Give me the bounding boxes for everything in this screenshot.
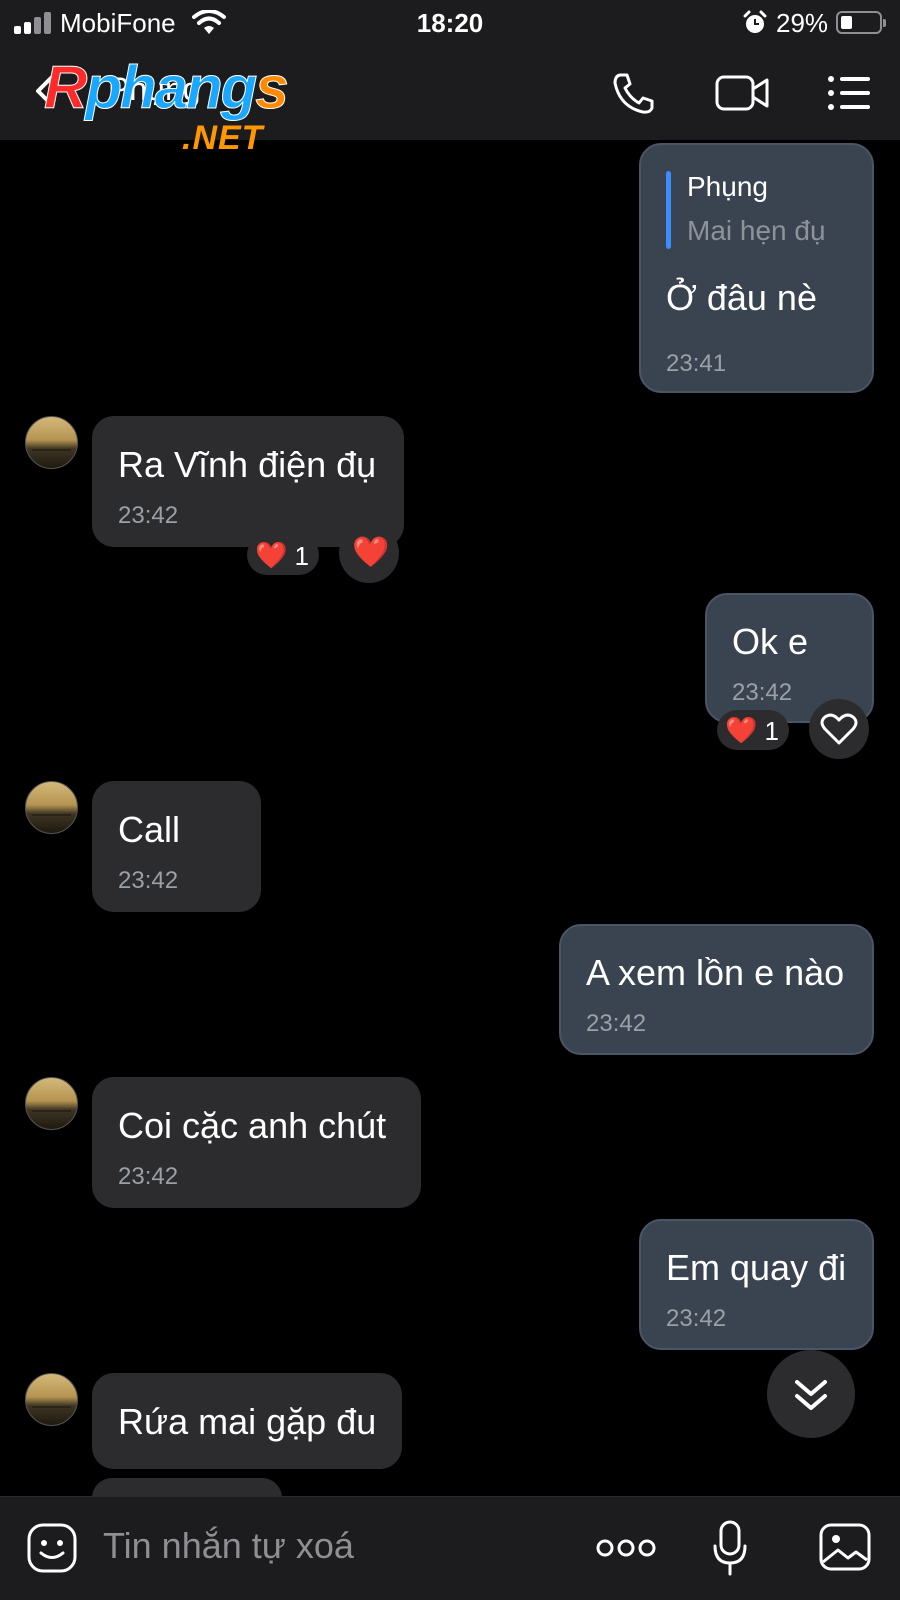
heart-reaction-icon: ❤️ xyxy=(725,715,758,745)
message-bubble-incoming[interactable]: Coi cặc anh chút 23:42 xyxy=(92,1077,421,1208)
avatar[interactable] xyxy=(25,1077,78,1130)
react-button[interactable]: ❤️ xyxy=(339,523,399,583)
message-time: 23:41 xyxy=(666,350,727,377)
image-icon[interactable] xyxy=(818,1522,872,1572)
phone-icon[interactable] xyxy=(610,71,658,115)
avatar[interactable] xyxy=(25,416,78,469)
message-text: A xem lồn e nào xyxy=(586,952,845,993)
reaction-count: 1 xyxy=(294,541,309,571)
battery-icon xyxy=(836,11,886,34)
message-input-bar: Tin nhắn tự xoá xyxy=(0,1496,900,1600)
avatar[interactable] xyxy=(25,1373,78,1426)
quote-author: Phụng xyxy=(687,171,768,202)
message-time: 23:42 xyxy=(118,867,179,894)
video-camera-icon[interactable] xyxy=(714,71,770,115)
battery-percent: 29% xyxy=(776,8,829,38)
message-text: Em quay đi xyxy=(666,1247,847,1288)
status-bar: MobiFone 18:20 29% xyxy=(0,0,900,45)
message-text: Ra Vĩnh điện đụ xyxy=(118,444,377,485)
message-text: Call xyxy=(118,809,181,850)
quote-accent-bar xyxy=(666,171,671,249)
reaction-badge[interactable]: ❤️ 1 xyxy=(717,710,789,750)
message-input[interactable]: Tin nhắn tự xoá xyxy=(103,1525,354,1567)
message-bubble-incoming[interactable]: Rứa mai gặp đu xyxy=(92,1373,402,1469)
message-time: 23:42 xyxy=(666,1305,727,1332)
message-time: 23:42 xyxy=(118,502,179,529)
watermark-logo: Rphangs .NET xyxy=(43,54,289,158)
list-menu-icon[interactable] xyxy=(826,71,874,115)
heart-outline-icon xyxy=(820,713,858,745)
reaction-count: 1 xyxy=(764,716,779,746)
alarm-icon xyxy=(743,10,767,33)
chat-header: Phụng Rphangs .NET xyxy=(0,45,900,157)
sticker-icon[interactable] xyxy=(26,1522,78,1574)
message-time: 23:42 xyxy=(118,1163,179,1190)
react-button[interactable] xyxy=(809,699,869,759)
microphone-icon[interactable] xyxy=(712,1519,748,1577)
reaction-badge[interactable]: ❤️ 1 xyxy=(247,535,319,575)
message-bubble-incoming[interactable]: Call 23:42 xyxy=(92,781,261,912)
message-text: Coi cặc anh chút xyxy=(118,1105,387,1146)
message-bubble-outgoing[interactable]: A xem lồn e nào 23:42 xyxy=(559,924,874,1055)
heart-reaction-icon: ❤️ xyxy=(255,540,288,570)
message-time: 23:42 xyxy=(732,679,793,706)
scroll-to-bottom-button[interactable] xyxy=(767,1350,855,1438)
message-text: Rứa mai gặp đu xyxy=(118,1401,377,1442)
message-text: Ok e xyxy=(732,621,809,662)
message-bubble-outgoing[interactable]: Em quay đi 23:42 xyxy=(639,1219,874,1350)
quote-text: Mai hẹn đụ xyxy=(687,215,826,246)
more-icon[interactable] xyxy=(596,1537,656,1559)
double-chevron-down-icon xyxy=(795,1380,827,1410)
message-text: Ở đâu nè xyxy=(666,277,817,318)
heart-filled-icon: ❤️ xyxy=(352,536,390,569)
avatar[interactable] xyxy=(25,781,78,834)
message-bubble-outgoing[interactable]: Phụng Mai hẹn đụ Ở đâu nè 23:41 xyxy=(639,143,874,393)
message-time: 23:42 xyxy=(586,1010,647,1037)
